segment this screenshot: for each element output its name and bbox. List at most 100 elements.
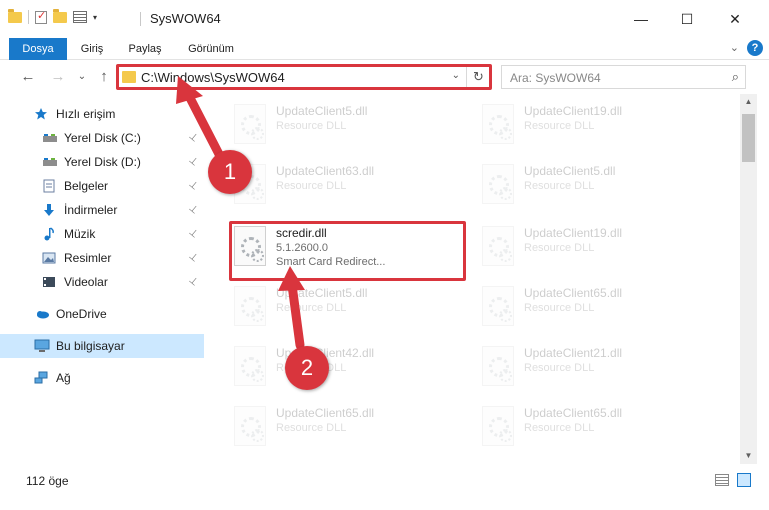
search-icon[interactable]: ⌕: [732, 69, 739, 85]
properties-check-icon[interactable]: [35, 9, 47, 24]
sidebar-item-bu-bilgisayar[interactable]: Bu bilgisayar: [0, 334, 204, 358]
file-item[interactable]: UpdateClient19.dll Resource DLL: [478, 100, 718, 158]
status-bar: 112 öge: [0, 466, 769, 492]
pin-icon[interactable]: ⊥: [187, 154, 201, 168]
file-description: Resource DLL: [524, 302, 595, 314]
properties-icon[interactable]: [73, 11, 87, 23]
pictures-icon: [42, 251, 58, 265]
file-item[interactable]: UpdateClient65.dll Resource DLL: [230, 402, 470, 460]
file-highlight-box: [229, 221, 466, 281]
file-item[interactable]: UpdateClient63.dll Resource DLL: [230, 160, 470, 218]
dll-file-icon: [234, 346, 266, 386]
documents-icon: [42, 179, 58, 193]
dll-file-icon: [234, 406, 266, 446]
sidebar-item-yerel-disk-c[interactable]: Yerel Disk (C:) ⊥: [0, 126, 204, 150]
search-box[interactable]: Ara: SysWOW64 ⌕: [501, 65, 746, 89]
pin-icon[interactable]: ⊥: [187, 250, 201, 264]
file-name: UpdateClient19.dll: [524, 104, 623, 118]
pin-icon[interactable]: ⊥: [187, 130, 201, 144]
file-description: Resource DLL: [276, 302, 347, 314]
pin-icon[interactable]: ⊥: [187, 178, 201, 192]
minimize-button[interactable]: —: [618, 6, 664, 32]
sidebar-item-videolar[interactable]: Videolar ⊥: [0, 270, 204, 294]
sidebar-item-belgeler[interactable]: Belgeler ⊥: [0, 174, 204, 198]
close-button[interactable]: ✕: [712, 6, 758, 32]
sidebar-item-label: Bu bilgisayar: [56, 339, 125, 353]
file-item[interactable]: UpdateClient65.dll Resource DLL: [478, 402, 718, 460]
forward-button[interactable]: →: [48, 66, 68, 88]
sidebar-item-onedrive[interactable]: OneDrive: [0, 302, 204, 326]
sidebar-item-ağ[interactable]: Ağ: [0, 366, 204, 390]
tab-file[interactable]: Dosya: [9, 38, 67, 60]
drive-icon: [42, 131, 58, 145]
sidebar-item-label: Müzik: [64, 227, 96, 241]
toolbar-separator: [28, 10, 29, 24]
back-button[interactable]: ←: [18, 66, 38, 88]
scroll-thumb[interactable]: [742, 114, 755, 162]
music-icon: [42, 227, 58, 241]
file-name: UpdateClient19.dll: [524, 226, 623, 240]
file-item[interactable]: UpdateClient42.dllResource DLL: [230, 342, 470, 400]
dll-file-icon: [482, 346, 514, 386]
download-icon: [42, 203, 58, 217]
scroll-down-icon[interactable]: ▼: [740, 448, 757, 464]
tab-share[interactable]: Paylaş: [122, 38, 168, 60]
window-title: SysWOW64: [150, 11, 221, 26]
file-name: UpdateClient21.dll: [524, 346, 623, 360]
file-item[interactable]: UpdateClient21.dll Resource DLL: [478, 342, 718, 400]
tab-view[interactable]: Görünüm: [178, 38, 244, 60]
file-description: Resource DLL: [524, 242, 595, 254]
file-name: UpdateClient5.dll: [276, 286, 368, 300]
address-highlight-box: [116, 64, 492, 90]
step-badge-1: 1: [208, 150, 252, 194]
file-item[interactable]: UpdateClient65.dll Resource DLL: [478, 282, 718, 340]
details-view-icon[interactable]: [715, 474, 729, 486]
pin-icon[interactable]: ⊥: [187, 202, 201, 216]
sidebar-item-label: Videolar: [64, 275, 108, 289]
file-name: UpdateClient65.dll: [524, 406, 623, 420]
pin-icon[interactable]: ⊥: [187, 274, 201, 288]
dll-file-icon: [482, 226, 514, 266]
dll-file-icon: [482, 104, 514, 144]
pin-icon[interactable]: ⊥: [187, 226, 201, 240]
file-description: Resource DLL: [276, 120, 347, 132]
dll-file-icon: [234, 286, 266, 326]
file-item[interactable]: UpdateClient5.dll Resource DLL: [230, 100, 470, 158]
customize-toolbar-dropdown-icon[interactable]: ▾: [93, 13, 97, 22]
vertical-scrollbar[interactable]: ▲ ▼: [740, 94, 757, 464]
sidebar-item-müzik[interactable]: Müzik ⊥: [0, 222, 204, 246]
title-separator: [140, 12, 141, 26]
file-name: UpdateClient63.dll: [276, 164, 375, 178]
sidebar-item-i-ndirmeler[interactable]: İndirmeler ⊥: [0, 198, 204, 222]
recent-locations-icon[interactable]: ⌄: [72, 66, 92, 88]
navigation-bar: ← → ⌄ ↑ C:\Windows\SysWOW64 ⌄ ↻ Ara: Sys…: [0, 60, 769, 94]
sidebar-item-hızlı-erişim[interactable]: Hızlı erişim: [0, 102, 204, 126]
quick-access-toolbar: ▾: [8, 8, 97, 24]
new-folder-icon[interactable]: [53, 8, 67, 23]
folder-icon[interactable]: [8, 8, 22, 23]
file-item[interactable]: UpdateClient5.dll Resource DLL: [230, 282, 470, 340]
sidebar-item-label: Yerel Disk (D:): [64, 155, 141, 169]
tab-home[interactable]: Giriş: [72, 38, 112, 60]
file-description: Resource DLL: [524, 362, 595, 374]
help-icon[interactable]: ?: [747, 40, 763, 56]
search-placeholder[interactable]: Ara: SysWOW64: [510, 71, 601, 85]
up-button[interactable]: ↑: [94, 66, 114, 88]
scroll-up-icon[interactable]: ▲: [740, 94, 757, 110]
sidebar-item-yerel-disk-d[interactable]: Yerel Disk (D:) ⊥: [0, 150, 204, 174]
tiles-view-icon[interactable]: [737, 473, 751, 487]
file-item[interactable]: UpdateClient5.dll Resource DLL: [478, 160, 718, 218]
sidebar-item-label: Yerel Disk (C:): [64, 131, 141, 145]
file-name: UpdateClient5.dll: [276, 104, 368, 118]
maximize-button[interactable]: ☐: [664, 6, 710, 32]
title-bar: ▾ SysWOW64 — ☐ ✕: [0, 0, 769, 38]
network-icon: [34, 371, 50, 385]
sidebar-item-resimler[interactable]: Resimler ⊥: [0, 246, 204, 270]
sidebar-item-label: Hızlı erişim: [56, 107, 116, 121]
dll-file-icon: [234, 104, 266, 144]
sidebar-item-label: Belgeler: [64, 179, 109, 193]
sidebar-item-label: Ağ: [56, 371, 71, 385]
expand-ribbon-icon[interactable]: ⌄: [730, 41, 739, 54]
sidebar-item-label: İndirmeler: [64, 203, 118, 217]
file-item[interactable]: UpdateClient19.dll Resource DLL: [478, 222, 718, 280]
